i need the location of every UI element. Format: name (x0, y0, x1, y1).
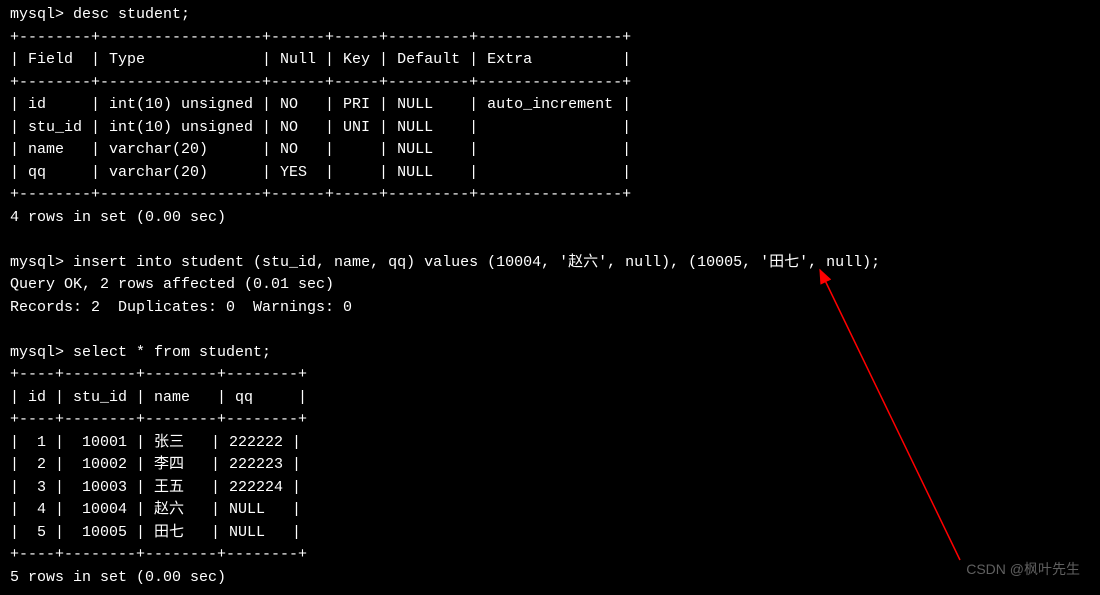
mysql-prompt: mysql> (10, 254, 73, 271)
desc-row: | id | int(10) unsigned | NO | PRI | NUL… (10, 94, 1090, 117)
cmd-select: select * from student; (73, 344, 271, 361)
cmd-desc: desc student; (73, 6, 190, 23)
mysql-prompt: mysql> (10, 344, 73, 361)
prompt-line-select: mysql> select * from student; (10, 342, 1090, 365)
blank-line (10, 229, 1090, 252)
desc-row: | name | varchar(20) | NO | | NULL | | (10, 139, 1090, 162)
desc-border-mid: +--------+------------------+------+----… (10, 72, 1090, 95)
blank-line (10, 319, 1090, 342)
sel-border-top: +----+--------+--------+--------+ (10, 364, 1090, 387)
sel-result: 5 rows in set (0.00 sec) (10, 567, 1090, 590)
sel-border-bottom: +----+--------+--------+--------+ (10, 544, 1090, 567)
sel-row: | 5 | 10005 | 田七 | NULL | (10, 522, 1090, 545)
watermark: CSDN @枫叶先生 (966, 559, 1080, 580)
insert-result-2: Records: 2 Duplicates: 0 Warnings: 0 (10, 297, 1090, 320)
desc-border-top: +--------+------------------+------+----… (10, 27, 1090, 50)
sel-row: | 1 | 10001 | 张三 | 222222 | (10, 432, 1090, 455)
sel-row: | 2 | 10002 | 李四 | 222223 | (10, 454, 1090, 477)
desc-row: | qq | varchar(20) | YES | | NULL | | (10, 162, 1090, 185)
sel-border-mid: +----+--------+--------+--------+ (10, 409, 1090, 432)
desc-row: | stu_id | int(10) unsigned | NO | UNI |… (10, 117, 1090, 140)
sel-header: | id | stu_id | name | qq | (10, 387, 1090, 410)
sel-row: | 4 | 10004 | 赵六 | NULL | (10, 499, 1090, 522)
desc-border-bottom: +--------+------------------+------+----… (10, 184, 1090, 207)
prompt-line-insert: mysql> insert into student (stu_id, name… (10, 252, 1090, 275)
mysql-prompt: mysql> (10, 6, 73, 23)
sel-row: | 3 | 10003 | 王五 | 222224 | (10, 477, 1090, 500)
desc-result: 4 rows in set (0.00 sec) (10, 207, 1090, 230)
insert-result-1: Query OK, 2 rows affected (0.01 sec) (10, 274, 1090, 297)
cmd-insert: insert into student (stu_id, name, qq) v… (73, 254, 880, 271)
desc-header: | Field | Type | Null | Key | Default | … (10, 49, 1090, 72)
prompt-line-desc: mysql> desc student; (10, 4, 1090, 27)
